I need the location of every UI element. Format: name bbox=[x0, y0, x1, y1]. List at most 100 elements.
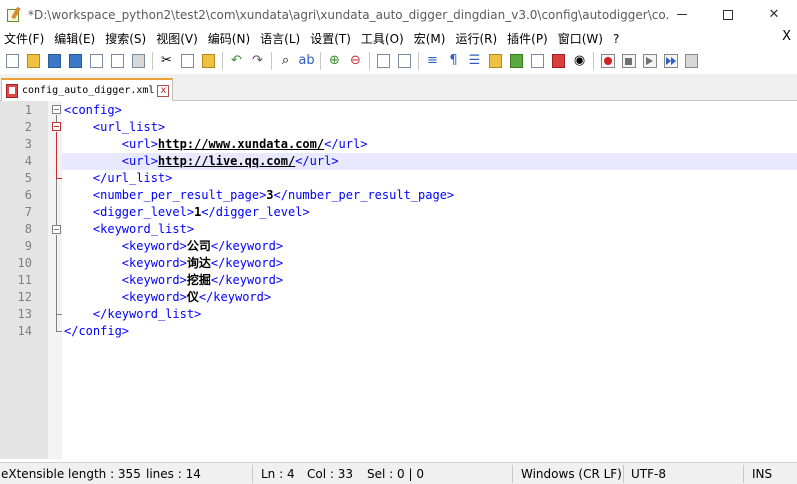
notepad-app-icon[interactable] bbox=[6, 6, 22, 23]
monitoring-button[interactable]: ◉ bbox=[571, 52, 589, 70]
keyword-text: 仪 bbox=[186, 290, 199, 304]
tab-bar: config_auto_digger.xml x bbox=[0, 74, 797, 101]
code-line[interactable]: <digger_level>1</digger_level> bbox=[62, 204, 797, 221]
xml-tag: <number_per_result_page> bbox=[92, 188, 267, 202]
show-all-chars-button[interactable]: ¶ bbox=[445, 52, 463, 70]
folder-workspace-button[interactable] bbox=[550, 52, 568, 70]
line-number: 5 bbox=[24, 171, 32, 185]
xml-tag: </keyword> bbox=[210, 256, 284, 270]
fold-toggle-url-list[interactable] bbox=[52, 122, 61, 131]
save-macro-button[interactable] bbox=[683, 52, 701, 70]
code-line[interactable]: <keyword_list> bbox=[62, 221, 797, 238]
close-file-button[interactable] bbox=[88, 52, 106, 70]
xml-tag: <config> bbox=[64, 103, 122, 117]
new-file-icon bbox=[6, 54, 19, 68]
run-multiple-button[interactable] bbox=[662, 52, 680, 70]
save-button[interactable] bbox=[46, 52, 64, 70]
udl-button[interactable] bbox=[487, 52, 505, 70]
find-button[interactable]: ⌕ bbox=[277, 52, 295, 70]
doc-map-button[interactable] bbox=[508, 52, 526, 70]
xml-tag: </number_per_result_page> bbox=[273, 188, 455, 202]
menu-plugins[interactable]: 插件(P) bbox=[503, 30, 554, 47]
xml-tag: </url> bbox=[295, 154, 339, 168]
minimize-button[interactable] bbox=[659, 0, 705, 29]
undo-button[interactable]: ↶ bbox=[228, 52, 246, 70]
line-number: 8 bbox=[24, 222, 32, 236]
menu-encoding[interactable]: 编码(N) bbox=[204, 30, 256, 47]
close-all-button[interactable] bbox=[109, 52, 127, 70]
menu-help[interactable]: ? bbox=[609, 32, 625, 46]
new-file-button[interactable] bbox=[4, 52, 22, 70]
save-all-icon bbox=[69, 54, 82, 68]
xml-tag: <url> bbox=[121, 137, 158, 151]
menu-settings[interactable]: 设置(T) bbox=[306, 30, 357, 47]
code-line[interactable]: <keyword>挖掘</keyword> bbox=[62, 272, 797, 289]
zoom-out-button[interactable]: ⊖ bbox=[347, 52, 365, 70]
stop-recording-button[interactable] bbox=[620, 52, 638, 70]
code-line[interactable]: </config> bbox=[62, 323, 797, 340]
function-list-button[interactable] bbox=[529, 52, 547, 70]
zoom-in-button[interactable]: ⊕ bbox=[326, 52, 344, 70]
maximize-button[interactable] bbox=[705, 0, 751, 29]
menu-run[interactable]: 运行(R) bbox=[451, 30, 503, 47]
line-number: 4 bbox=[24, 154, 32, 168]
code-line[interactable]: <url>http://www.xundata.com/</url> bbox=[62, 136, 797, 153]
indent-guide-button[interactable]: ☰ bbox=[466, 52, 484, 70]
code-line[interactable]: <number_per_result_page>3</number_per_re… bbox=[62, 187, 797, 204]
tab-config-auto-digger[interactable]: config_auto_digger.xml x bbox=[1, 78, 173, 101]
keyword-text: 挖掘 bbox=[186, 273, 211, 287]
editor[interactable]: 1 2 3 4 5 6 7 8 9 10 11 12 13 14 <config> <url_list> … bbox=[0, 101, 797, 459]
status-eol[interactable]: Windows (CR LF) bbox=[521, 467, 622, 481]
menu-tools[interactable]: 工具(O) bbox=[357, 30, 410, 47]
replace-icon: ab bbox=[298, 53, 315, 68]
menu-search[interactable]: 搜索(S) bbox=[101, 30, 152, 47]
xml-tag: </url_list> bbox=[92, 171, 173, 185]
code-line[interactable]: <config> bbox=[62, 102, 797, 119]
url-text[interactable]: http://www.xundata.com/ bbox=[158, 137, 324, 151]
menu-edit[interactable]: 编辑(E) bbox=[50, 30, 101, 47]
cut-button[interactable]: ✂ bbox=[158, 52, 176, 70]
xml-tag: </keyword> bbox=[198, 290, 272, 304]
xml-tag: </keyword> bbox=[210, 273, 284, 287]
code-line[interactable]: </url_list> bbox=[62, 170, 797, 187]
close-document-button[interactable]: X bbox=[782, 29, 791, 44]
binoculars-icon: ⌕ bbox=[281, 53, 290, 68]
code-area[interactable]: <config> <url_list> <url>http://www.xund… bbox=[62, 101, 797, 459]
copy-button[interactable] bbox=[179, 52, 197, 70]
word-wrap-button[interactable]: ≡ bbox=[424, 52, 442, 70]
code-line[interactable]: </keyword_list> bbox=[62, 306, 797, 323]
url-text[interactable]: http://live.qq.com/ bbox=[158, 154, 295, 168]
playback-button[interactable] bbox=[641, 52, 659, 70]
paste-button[interactable] bbox=[200, 52, 218, 70]
redo-button[interactable]: ↷ bbox=[249, 52, 267, 70]
line-number: 1 bbox=[24, 103, 32, 117]
menu-language[interactable]: 语言(L) bbox=[256, 30, 306, 47]
tab-close-button[interactable]: x bbox=[157, 84, 170, 97]
copy-icon bbox=[181, 54, 194, 68]
fold-toggle-config[interactable] bbox=[52, 105, 61, 114]
code-line[interactable]: <url_list> bbox=[62, 119, 797, 136]
status-encoding[interactable]: UTF-8 bbox=[631, 467, 666, 481]
close-window-button[interactable]: ✕ bbox=[751, 0, 797, 29]
code-line[interactable]: <keyword>仪</keyword> bbox=[62, 289, 797, 306]
record-macro-button[interactable] bbox=[599, 52, 617, 70]
save-macro-icon bbox=[685, 54, 698, 68]
tab-label: config_auto_digger.xml bbox=[22, 85, 155, 96]
print-button[interactable] bbox=[130, 52, 148, 70]
word-wrap-icon: ≡ bbox=[427, 53, 438, 68]
code-line[interactable]: <keyword>公司</keyword> bbox=[62, 238, 797, 255]
menu-macro[interactable]: 宏(M) bbox=[410, 30, 452, 47]
menu-file[interactable]: 文件(F) bbox=[0, 30, 50, 47]
sync-horizontal-button[interactable] bbox=[396, 52, 414, 70]
code-line[interactable]: <keyword>询达</keyword> bbox=[62, 255, 797, 272]
menu-window[interactable]: 窗口(W) bbox=[554, 30, 609, 47]
fold-toggle-keyword-list[interactable] bbox=[52, 225, 61, 234]
save-all-button[interactable] bbox=[67, 52, 85, 70]
sync-vertical-button[interactable] bbox=[375, 52, 393, 70]
code-line[interactable]: <url>http://live.qq.com/</url> bbox=[62, 153, 797, 170]
replace-button[interactable]: ab bbox=[298, 52, 316, 70]
status-insert-mode[interactable]: INS bbox=[752, 467, 772, 481]
menu-view[interactable]: 视图(V) bbox=[152, 30, 204, 47]
open-file-button[interactable] bbox=[25, 52, 43, 70]
